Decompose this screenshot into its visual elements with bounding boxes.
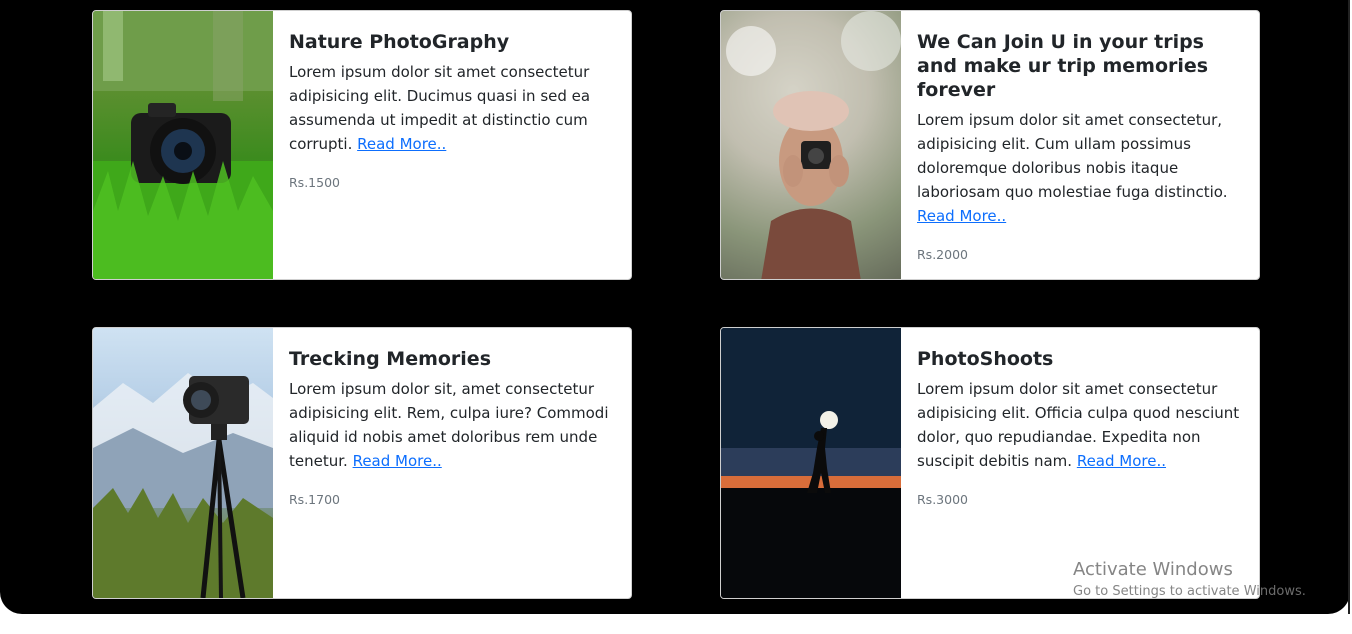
- product-card-trip-memories: We Can Join U in your trips and make ur …: [720, 10, 1260, 280]
- card-text: Lorem ipsum dolor sit amet consectetur, …: [917, 111, 1228, 201]
- read-more-link[interactable]: Read More..: [357, 135, 446, 153]
- card-description: Lorem ipsum dolor sit amet consectetur a…: [289, 60, 615, 156]
- card-description: Lorem ipsum dolor sit, amet consectetur …: [289, 377, 615, 473]
- camera-on-tripod-illustration: [93, 373, 273, 598]
- watermark-title: Activate Windows: [1073, 559, 1233, 580]
- watermark-subtitle: Go to Settings to activate Windows.: [1073, 584, 1306, 599]
- vertical-scrollbar[interactable]: [1348, 0, 1350, 614]
- card-description: Lorem ipsum dolor sit amet consectetur a…: [917, 377, 1243, 473]
- read-more-link[interactable]: Read More..: [1077, 452, 1166, 470]
- card-price: Rs.1500: [289, 175, 340, 190]
- card-price: Rs.1700: [289, 492, 340, 507]
- card-image-silhouette-holding-moon: [721, 328, 901, 598]
- card-image-camera-on-tripod: [93, 328, 273, 598]
- card-title: PhotoShoots: [917, 348, 1054, 370]
- camera-in-grass-illustration: [93, 11, 273, 279]
- product-card-trecking-memories: Trecking Memories Lorem ipsum dolor sit,…: [92, 327, 632, 599]
- card-title: Trecking Memories: [289, 348, 492, 370]
- person-with-camera-illustration: [721, 11, 901, 279]
- windows-activation-watermark: Activate Windows Go to Settings to activ…: [1073, 558, 1306, 602]
- card-title: Nature PhotoGraphy: [289, 31, 510, 53]
- card-body: Nature PhotoGraphy Lorem ipsum dolor sit…: [273, 11, 631, 279]
- read-more-link[interactable]: Read More..: [917, 207, 1006, 225]
- read-more-link[interactable]: Read More..: [353, 452, 442, 470]
- card-body: We Can Join U in your trips and make ur …: [901, 11, 1259, 279]
- card-price: Rs.3000: [917, 492, 968, 507]
- card-description: Lorem ipsum dolor sit amet consectetur, …: [917, 108, 1243, 228]
- page-background: Nature PhotoGraphy Lorem ipsum dolor sit…: [0, 0, 1350, 614]
- card-body: Trecking Memories Lorem ipsum dolor sit,…: [273, 328, 631, 598]
- card-title: We Can Join U in your trips and make ur …: [917, 31, 1209, 101]
- card-image-camera-in-grass: [93, 11, 273, 279]
- card-text: Lorem ipsum dolor sit, amet consectetur …: [289, 380, 609, 470]
- card-price: Rs.2000: [917, 247, 968, 262]
- silhouette-holding-moon-illustration: [721, 328, 901, 598]
- card-image-person-with-camera: [721, 11, 901, 279]
- product-card-nature-photography: Nature PhotoGraphy Lorem ipsum dolor sit…: [92, 10, 632, 280]
